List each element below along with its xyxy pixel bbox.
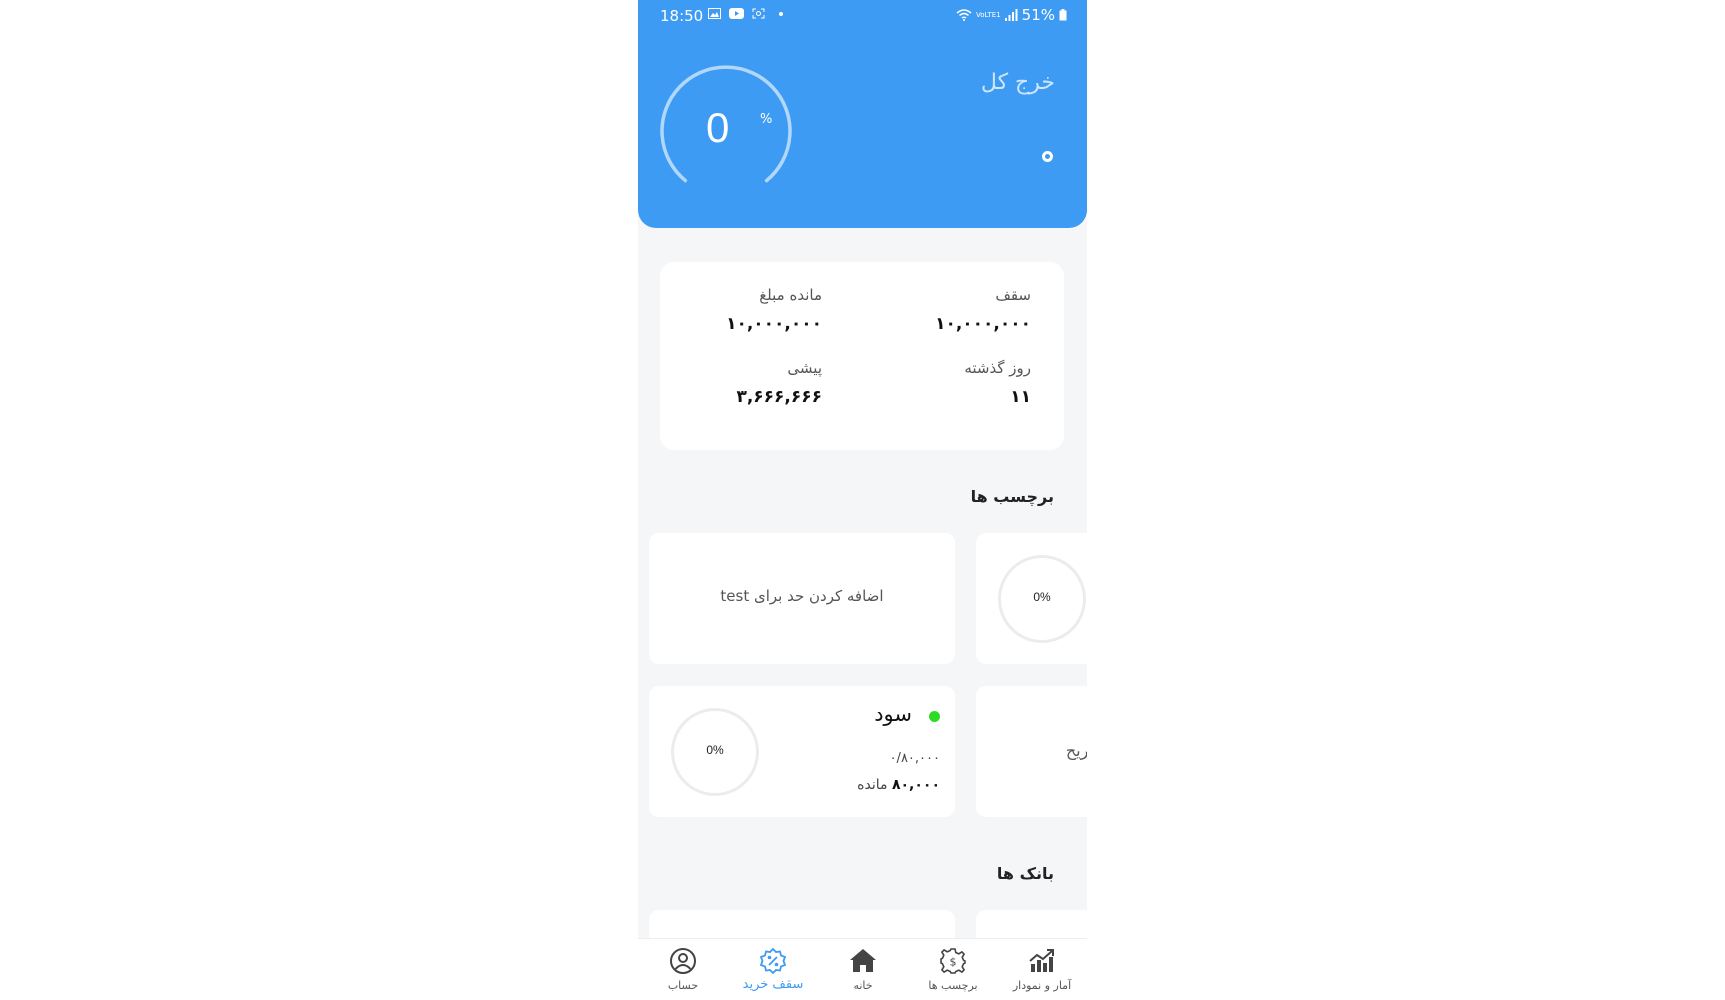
screenshot-icon: [752, 8, 765, 19]
tag-remaining-value: ۸۰,۰۰۰: [891, 777, 940, 793]
remaining-label: مانده مبلغ: [759, 286, 822, 304]
total-spend-gauge: 0 %: [658, 62, 794, 186]
tag-color-dot: [929, 711, 940, 722]
nav-label: خانه: [853, 979, 873, 992]
limit-stat: سقف ۱۰,۰۰۰,۰۰۰: [935, 286, 1031, 334]
bottom-navigation: حساب سقف خرید خانه $ برچسب ها آمار و نمو…: [638, 938, 1087, 1000]
dollar-gear-icon: $: [940, 948, 966, 974]
add-limit-text: اضافه کردن حد برای test: [720, 587, 884, 605]
status-time: 18:50: [660, 7, 704, 25]
account-icon: [670, 948, 696, 974]
header-panel: 18:50 VoLTE1 51% 0 % خرج کل: [638, 0, 1087, 228]
nav-home[interactable]: خانه: [818, 939, 908, 1000]
wifi-icon: [956, 9, 972, 21]
tag-card-profit[interactable]: 0% سود ۰/۸۰,۰۰۰ ۸۰,۰۰۰ مانده: [649, 686, 955, 817]
tag-progress-ring: 0%: [671, 708, 759, 796]
nav-label: آمار و نمودار: [1012, 979, 1072, 992]
days-stat: روز گذشته ۱۱: [964, 359, 1031, 407]
forecast-stat: پیشی ۳,۶۶۶,۶۶۶: [736, 359, 822, 407]
tag-percent: 0%: [1033, 590, 1051, 604]
tag-percent: 0%: [706, 743, 724, 757]
notification-icons: [708, 8, 783, 19]
forecast-label: پیشی: [787, 359, 822, 377]
forecast-value: ۳,۶۶۶,۶۶۶: [736, 387, 822, 407]
days-value: ۱۱: [1010, 387, 1031, 407]
svg-text:$: $: [950, 956, 957, 969]
tag-name: تفریح: [1065, 741, 1087, 760]
tag-progress-text: ۰/۸۰,۰۰۰: [889, 751, 940, 766]
signal-icon: [1004, 9, 1018, 21]
gauge-unit: %: [760, 112, 773, 127]
tag-name: سود: [874, 702, 912, 726]
nav-label: سقف خرید: [742, 977, 804, 992]
percent-badge-icon: [759, 947, 787, 975]
status-indicators: VoLTE1 51%: [956, 6, 1067, 24]
page-title: خرج کل: [980, 70, 1055, 95]
add-limit-card[interactable]: اضافه کردن حد برای test: [649, 533, 955, 664]
more-notifications-dot: [779, 11, 783, 16]
nav-stats[interactable]: آمار و نمودار: [997, 939, 1087, 1000]
limit-value: ۱۰,۰۰۰,۰۰۰: [935, 314, 1031, 334]
tag-remaining: ۸۰,۰۰۰ مانده: [857, 777, 940, 793]
remaining-stat: مانده مبلغ ۱۰,۰۰۰,۰۰۰: [726, 286, 822, 334]
gallery-icon: [708, 8, 721, 19]
nav-label: حساب: [667, 979, 699, 992]
chart-trend-icon: [1029, 949, 1054, 972]
home-icon: [850, 949, 876, 972]
nav-label: برچسب ها: [928, 979, 978, 992]
days-label: روز گذشته: [964, 359, 1031, 377]
nav-purchase-limit[interactable]: سقف خرید: [728, 939, 818, 1000]
tag-card[interactable]: 0%: [976, 533, 1087, 664]
tag-card-entertainment[interactable]: تفریح: [976, 686, 1087, 817]
status-bar: 18:50 VoLTE1 51%: [638, 0, 1087, 34]
budget-summary-card: سقف ۱۰,۰۰۰,۰۰۰ مانده مبلغ ۱۰,۰۰۰,۰۰۰ روز…: [660, 262, 1064, 450]
volte-label: VoLTE1: [976, 10, 1001, 19]
nav-tags[interactable]: $ برچسب ها: [908, 939, 998, 1000]
app-screen: 18:50 VoLTE1 51% 0 % خرج کل سقف ۱۰,۰۰۰,۰…: [638, 0, 1087, 1000]
tag-progress-ring: 0%: [998, 555, 1086, 643]
limit-label: سقف: [995, 286, 1031, 304]
battery-icon: [1059, 9, 1067, 21]
battery-percent: 51%: [1021, 6, 1055, 24]
tags-section-title: برچسب ها: [970, 487, 1054, 506]
nav-account[interactable]: حساب: [638, 939, 728, 1000]
tag-remaining-label: مانده: [857, 777, 888, 793]
remaining-value: ۱۰,۰۰۰,۰۰۰: [726, 314, 822, 334]
youtube-icon: [729, 8, 744, 19]
page-indicator-dot[interactable]: [1042, 151, 1053, 162]
banks-section-title: بانک ها: [996, 864, 1054, 883]
gauge-value: 0: [706, 104, 730, 151]
